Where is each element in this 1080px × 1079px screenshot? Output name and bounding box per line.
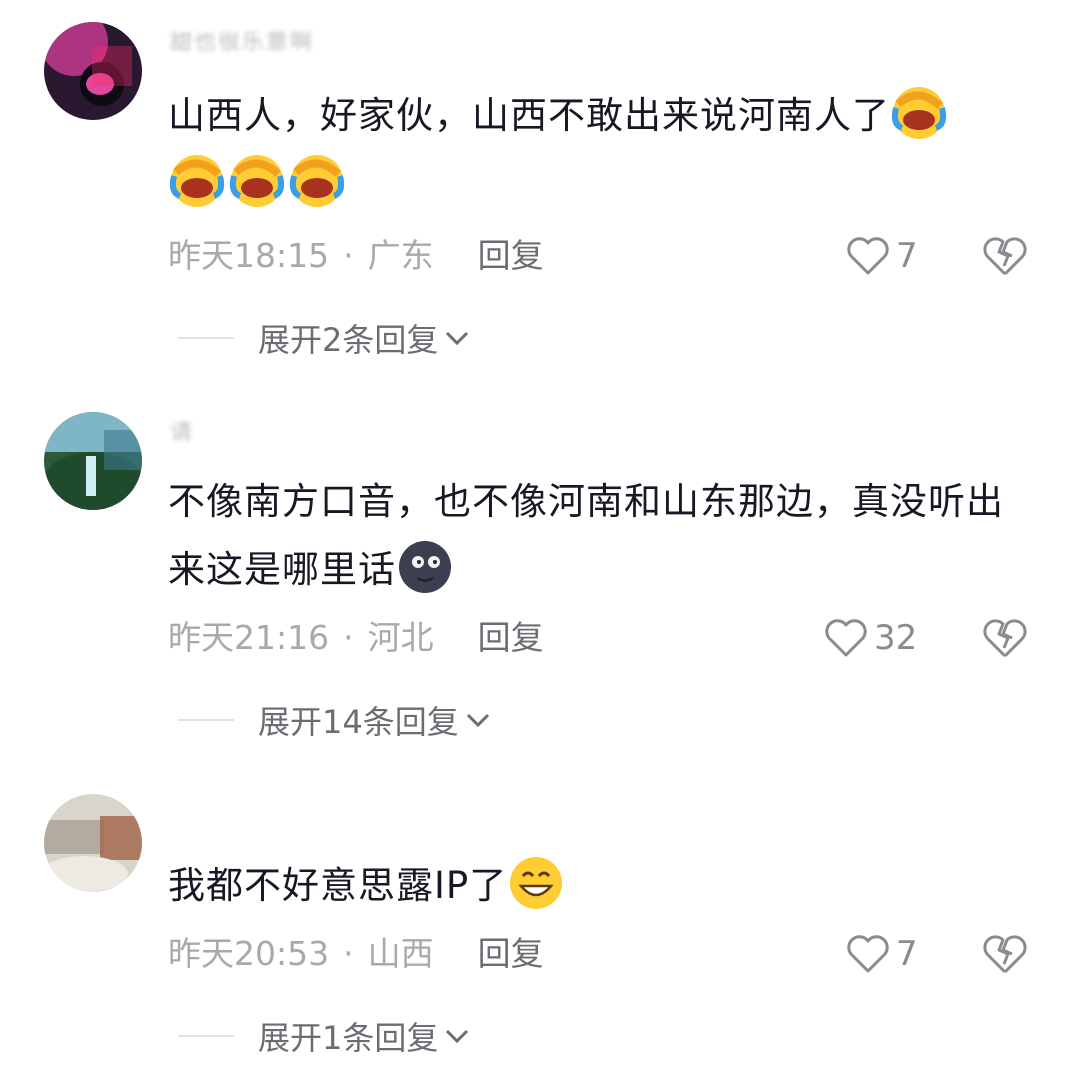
- username[interactable]: 请: [170, 422, 194, 444]
- like-count: 32: [874, 618, 918, 658]
- comment-location: 广东: [367, 236, 434, 275]
- expand-replies-button[interactable]: 展开2条回复: [178, 318, 472, 359]
- new-moon-face-emoji: [396, 538, 454, 596]
- comment-location: 山西: [367, 934, 434, 973]
- comment-time: 昨天20:53: [168, 934, 330, 973]
- reply-button[interactable]: 回复: [478, 236, 544, 276]
- heart-icon: [825, 619, 867, 657]
- comment-text-content: 山西人，好家伙，山西不敢出来说河南人了: [168, 94, 890, 137]
- rofl-emoji: [228, 152, 286, 210]
- avatar[interactable]: [44, 794, 142, 892]
- comment-meta: 昨天18:15 · 广东 回复: [168, 236, 544, 276]
- chevron-down-icon: [446, 1029, 469, 1044]
- heart-icon: [847, 935, 889, 973]
- chevron-down-icon: [466, 713, 489, 728]
- expand-replies-label: 展开14条回复: [258, 703, 459, 741]
- like-button[interactable]: 7: [846, 932, 918, 976]
- divider-line: [178, 337, 234, 339]
- divider-line: [178, 719, 234, 721]
- expand-replies-label: 展开2条回复: [258, 321, 439, 359]
- like-count: 7: [896, 236, 918, 276]
- comment-meta: 昨天21:16 · 河北 回复: [168, 618, 544, 658]
- rofl-emoji: [168, 152, 226, 210]
- rofl-emoji: [890, 84, 948, 142]
- broken-heart-icon[interactable]: [982, 234, 1028, 278]
- reply-button[interactable]: 回复: [478, 618, 544, 658]
- expand-replies-button[interactable]: 展开14条回复: [178, 700, 493, 741]
- rofl-emoji: [288, 152, 346, 210]
- broken-heart-icon[interactable]: [982, 932, 1028, 976]
- comment-time: 昨天18:15: [168, 236, 330, 275]
- meta-separator: ·: [343, 618, 354, 657]
- heart-icon: [847, 237, 889, 275]
- comment-meta: 昨天20:53 · 山西 回复: [168, 934, 544, 974]
- broken-heart-icon[interactable]: [982, 616, 1028, 660]
- reply-button[interactable]: 回复: [478, 934, 544, 974]
- avatar[interactable]: [44, 22, 142, 120]
- comment-location: 河北: [367, 618, 434, 657]
- chevron-down-icon: [446, 331, 469, 346]
- grinning-emoji: [507, 854, 565, 912]
- meta-separator: ·: [343, 934, 354, 973]
- comment-text-content: 不像南方口音，也不像河南和山东那边，真没听出来这是哪里话: [168, 480, 1004, 591]
- comment-text-content: 我都不好意思露IP了: [168, 864, 508, 907]
- comment-text: 我都不好意思露IP了: [168, 852, 1018, 920]
- comment-text: 山西人，好家伙，山西不敢出来说河南人了: [168, 82, 1018, 218]
- like-button[interactable]: 32: [824, 616, 917, 660]
- like-button[interactable]: 7: [846, 234, 918, 278]
- comment-text: 不像南方口音，也不像河南和山东那边，真没听出来这是哪里话: [168, 468, 1018, 604]
- divider-line: [178, 1035, 234, 1037]
- meta-separator: ·: [343, 236, 354, 275]
- username[interactable]: 甜也很乐意啊: [170, 32, 314, 54]
- expand-replies-button[interactable]: 展开1条回复: [178, 1016, 472, 1057]
- comment-time: 昨天21:16: [168, 618, 330, 657]
- like-count: 7: [896, 934, 918, 974]
- expand-replies-label: 展开1条回复: [258, 1019, 439, 1057]
- avatar[interactable]: [44, 412, 142, 510]
